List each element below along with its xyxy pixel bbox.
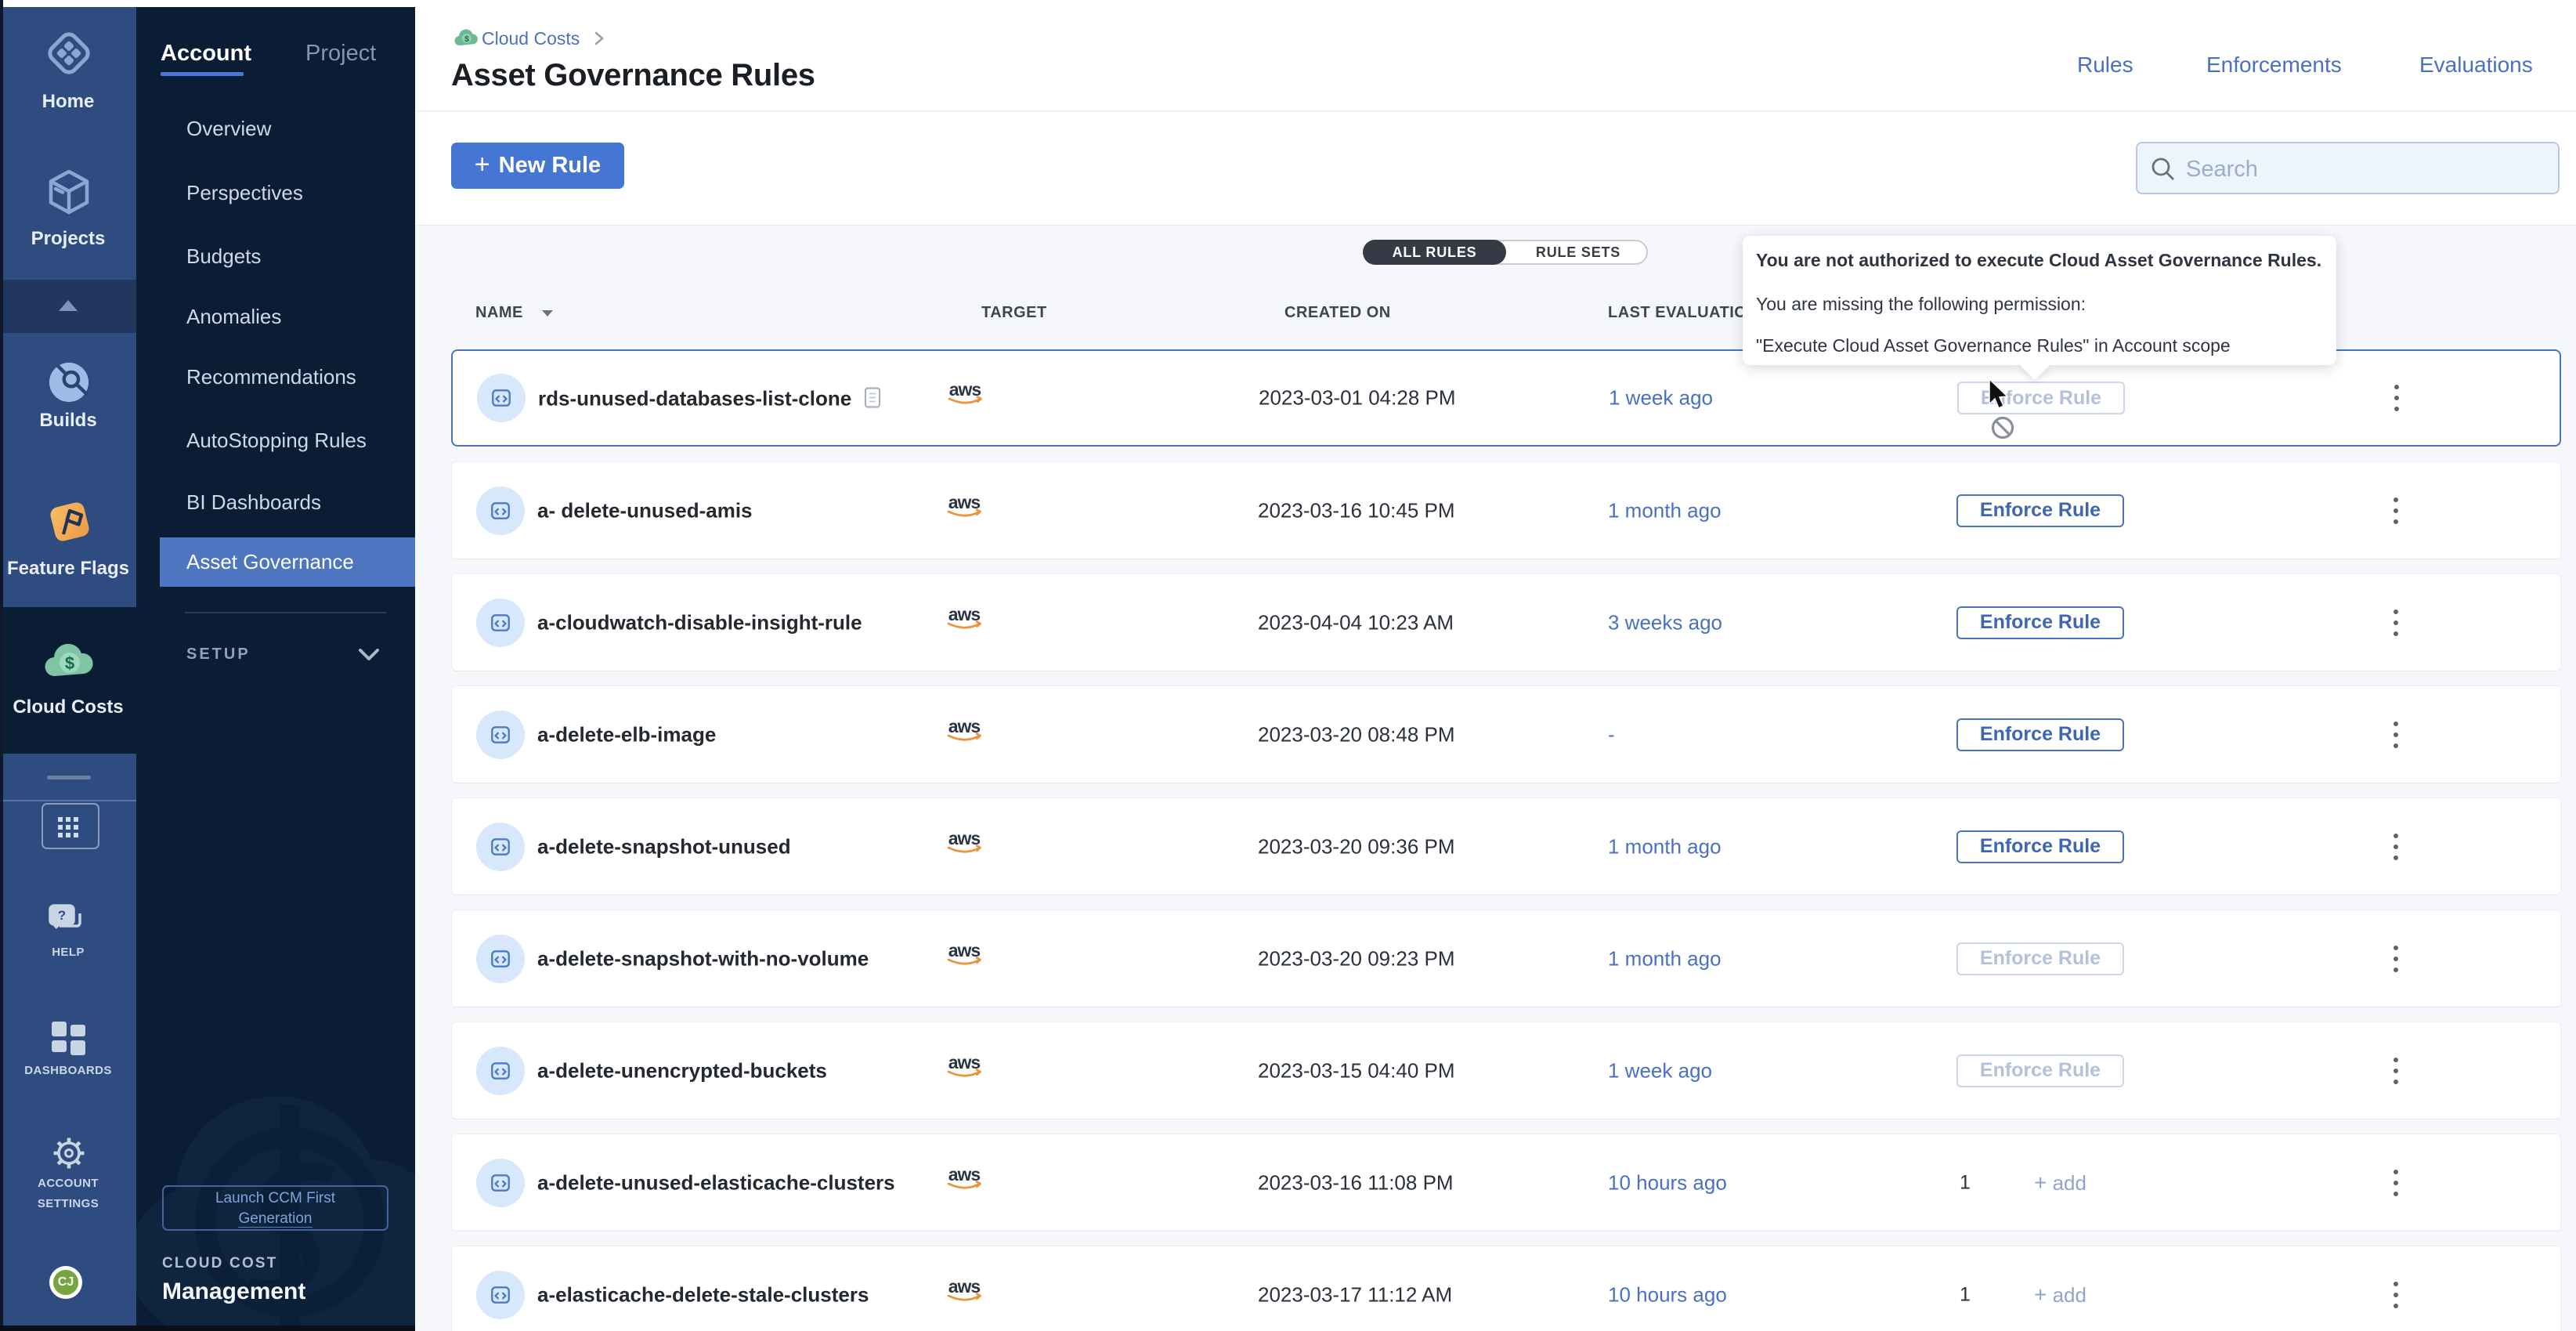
svg-text:aws: aws	[948, 717, 981, 736]
svg-text:aws: aws	[948, 1165, 981, 1185]
svg-text:aws: aws	[949, 380, 981, 400]
svg-text:aws: aws	[948, 941, 981, 960]
svg-text:aws: aws	[948, 1053, 981, 1072]
svg-text:$: $	[65, 653, 74, 673]
svg-text:aws: aws	[948, 829, 981, 848]
svg-text:aws: aws	[948, 1277, 981, 1297]
svg-text:aws: aws	[948, 605, 981, 624]
svg-text:?: ?	[58, 908, 66, 923]
svg-text:$: $	[464, 35, 469, 44]
svg-text:aws: aws	[948, 493, 981, 512]
